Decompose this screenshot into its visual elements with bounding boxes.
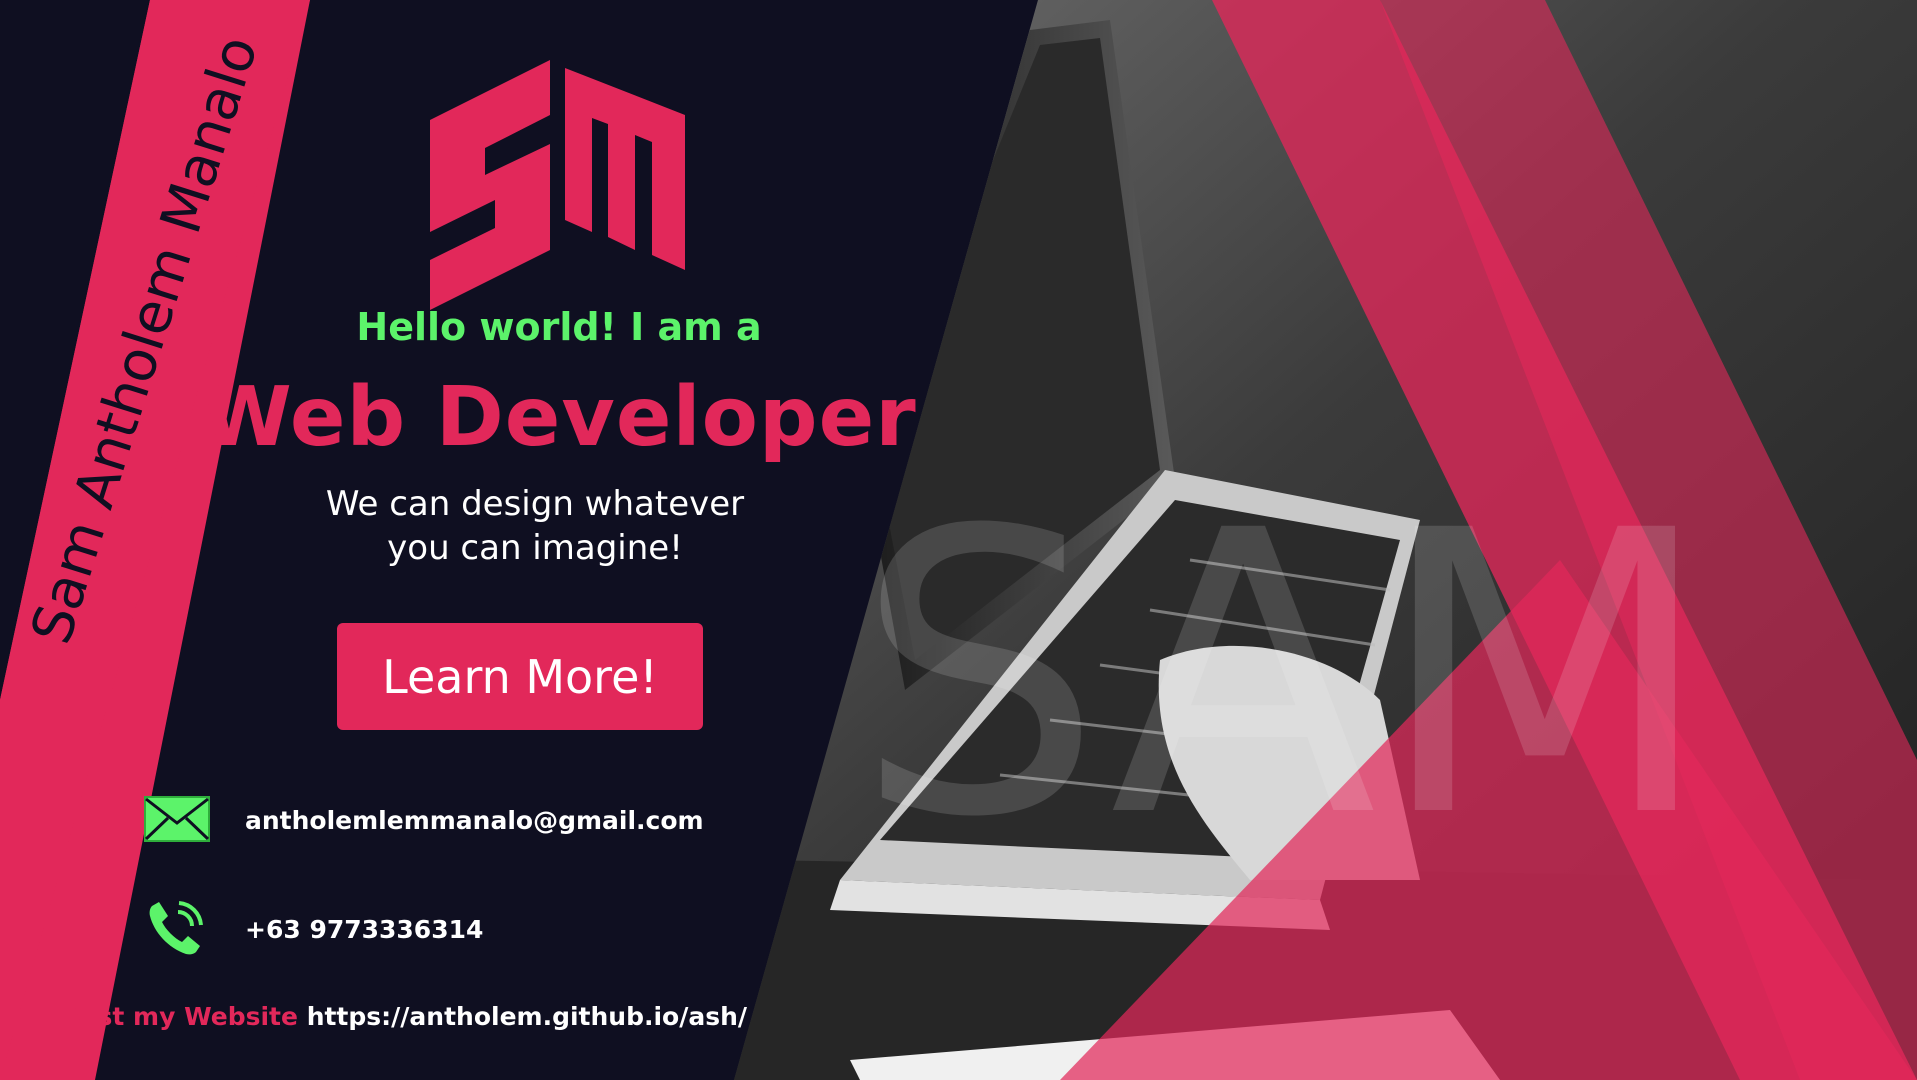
tagline: We can design whatever you can imagine! xyxy=(0,482,1070,570)
greeting-text: Hello world! I am a xyxy=(356,305,762,349)
website-line: Vist my Website https://antholem.github.… xyxy=(70,1002,747,1031)
sm-logo xyxy=(430,60,685,310)
website-label: Vist my Website xyxy=(70,1002,298,1031)
learn-more-button[interactable]: Learn More! xyxy=(337,623,703,730)
hero-title: Web Developer xyxy=(201,370,917,465)
email-text[interactable]: antholemlemmanalo@gmail.com xyxy=(245,806,704,835)
phone-text[interactable]: +63 9773336314 xyxy=(245,915,483,944)
tagline-line-2: you can imagine! xyxy=(387,528,683,568)
website-link[interactable]: https://antholem.github.io/ash/ xyxy=(307,1002,747,1031)
phone-icon xyxy=(149,901,203,955)
tagline-line-1: We can design whatever xyxy=(325,484,745,524)
envelope-icon xyxy=(144,796,210,842)
